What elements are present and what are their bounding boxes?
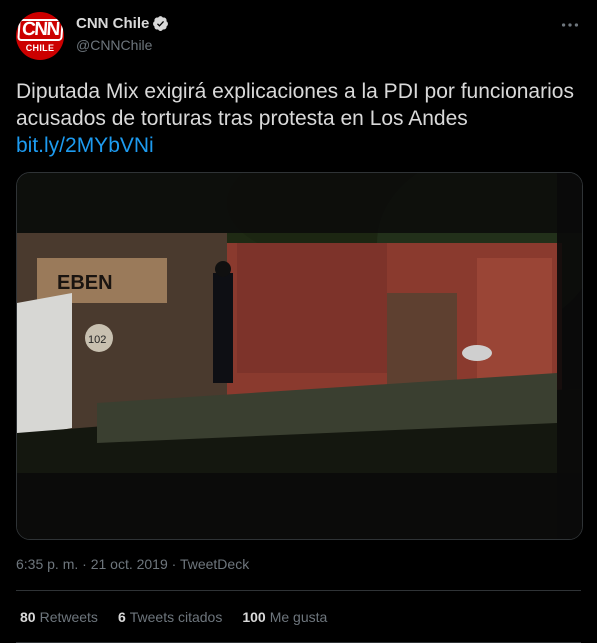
avatar-logo-text: CNN (16, 19, 64, 41)
tweet-media[interactable]: EBEN 102 (16, 172, 583, 540)
quotes-count: 6 (117, 609, 126, 625)
tweet-stats: 80 Retweets 6 Tweets citados 100 Me gusta (20, 609, 347, 625)
avatar[interactable]: CNN CHILE (16, 12, 64, 60)
tweet: CNN CHILE CNN Chile @CNNChile Diputada M… (0, 0, 597, 643)
quotes-label: Tweets citados (129, 609, 223, 625)
author-handle[interactable]: @CNNChile (76, 37, 152, 53)
tweet-link[interactable]: bit.ly/2MYbVNi (16, 134, 154, 157)
verified-badge-icon (153, 16, 169, 31)
banner-text: EBEN (57, 272, 113, 294)
tweet-timestamp[interactable]: 6:35 p. m. · 21 oct. 2019 · TweetDeck (16, 556, 249, 572)
avatar-logo-subtext: CHILE (25, 43, 55, 53)
tweet-text: Diputada Mix exigirá explicaciones a la … (16, 78, 576, 159)
tweet-body: Diputada Mix exigirá explicaciones a la … (16, 80, 574, 130)
more-options-icon[interactable] (559, 14, 581, 36)
quotes-stat[interactable]: 6 Tweets citados (118, 609, 222, 625)
retweets-count: 80 (20, 609, 36, 625)
likes-stat[interactable]: 100 Me gusta (242, 609, 327, 625)
house-number: 102 (88, 334, 106, 346)
divider (16, 590, 581, 591)
retweets-label: Retweets (39, 609, 98, 625)
likes-label: Me gusta (269, 609, 328, 625)
retweets-stat[interactable]: 80 Retweets (20, 609, 98, 625)
video-still: EBEN 102 (17, 173, 582, 539)
likes-count: 100 (242, 609, 266, 625)
author-name-row: CNN Chile (76, 15, 169, 32)
author-display-name[interactable]: CNN Chile (76, 15, 149, 32)
